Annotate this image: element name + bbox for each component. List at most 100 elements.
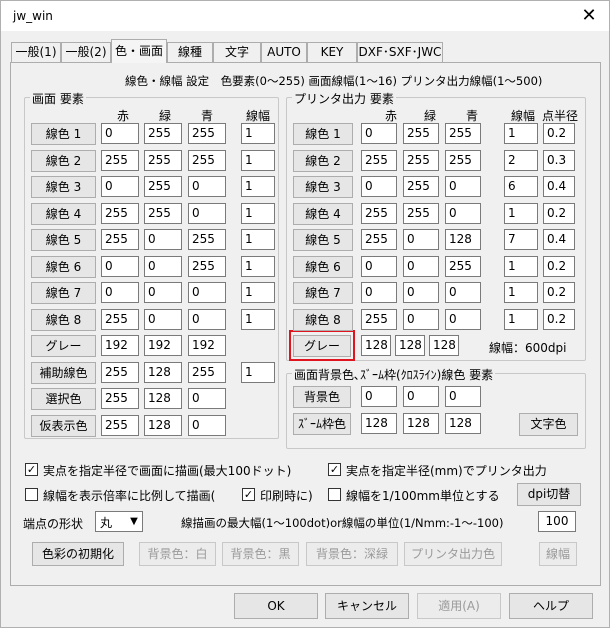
screen-blue-input[interactable]: 255 — [188, 361, 226, 383]
screen-red-input[interactable]: 192 — [101, 335, 139, 356]
screen-aux-line-button[interactable]: 補助線色 — [31, 361, 96, 384]
printer-red-input[interactable]: 0 — [361, 176, 397, 197]
printer-red-input[interactable]: 0 — [361, 282, 397, 303]
printer-red-input[interactable]: 255 — [361, 202, 397, 224]
help-button[interactable]: ヘルプ — [509, 593, 593, 619]
printer-blue-input[interactable]: 128 — [429, 335, 459, 356]
screen-blue-input[interactable]: 0 — [188, 308, 226, 330]
cancel-button[interactable]: キャンセル — [325, 593, 409, 619]
printer-width-input[interactable]: 6 — [504, 176, 538, 197]
printer-blue-input[interactable]: 255 — [445, 255, 481, 277]
printer-green-input[interactable]: 255 — [403, 123, 439, 144]
screen-red-input[interactable]: 0 — [101, 123, 139, 144]
bg-blue-input[interactable]: 0 — [445, 386, 481, 407]
screen-red-input[interactable]: 255 — [101, 361, 139, 383]
screen-red-input[interactable]: 0 — [101, 176, 139, 197]
printer-width-input[interactable]: 1 — [504, 202, 538, 224]
apply-button[interactable]: 適用(A) — [417, 593, 501, 619]
screen-red-input[interactable]: 255 — [101, 388, 139, 409]
printer-line-color-button[interactable]: 線色 6 — [293, 255, 353, 278]
printer-line-color-button[interactable]: 線色 5 — [293, 229, 353, 251]
screen-line-color-button[interactable]: 線色 1 — [31, 123, 96, 145]
printer-width-input[interactable]: 7 — [504, 229, 538, 250]
real-point-printer-checkbox[interactable]: ✓ — [328, 463, 341, 476]
screen-width-input[interactable]: 1 — [241, 282, 275, 303]
printer-radius-input[interactable]: 0.2 — [543, 202, 575, 224]
printer-line-color-button[interactable]: 線色 7 — [293, 282, 353, 304]
screen-red-input[interactable]: 255 — [101, 308, 139, 330]
printer-line-color-button[interactable]: 線色 3 — [293, 176, 353, 198]
printer-width-input[interactable]: 1 — [504, 255, 538, 277]
bg-black-button[interactable]: 背景色：黒 — [222, 542, 299, 566]
screen-gray-button[interactable]: グレー — [31, 335, 96, 357]
printer-blue-input[interactable]: 0 — [445, 282, 481, 303]
background-color-button[interactable]: 背景色 — [293, 386, 351, 408]
on-print-checkbox[interactable]: ✓ — [242, 488, 255, 501]
bg-blue-input[interactable]: 128 — [445, 413, 481, 434]
printer-radius-input[interactable]: 0.2 — [543, 308, 575, 330]
screen-width-input[interactable]: 1 — [241, 176, 275, 197]
printer-green-input[interactable]: 0 — [403, 282, 439, 303]
printer-line-color-button[interactable]: 線色 1 — [293, 123, 353, 145]
color-init-button[interactable]: 色彩の初期化 — [32, 542, 124, 566]
printer-blue-input[interactable]: 255 — [445, 149, 481, 171]
printer-green-input[interactable]: 255 — [403, 202, 439, 224]
printer-gray-button[interactable]: グレー — [293, 335, 351, 357]
screen-green-input[interactable]: 192 — [144, 335, 182, 356]
screen-red-input[interactable]: 255 — [101, 229, 139, 250]
printer-radius-input[interactable]: 0.4 — [543, 229, 575, 250]
screen-green-input[interactable]: 255 — [144, 176, 182, 197]
text-color-button[interactable]: 文字色 — [519, 413, 578, 436]
screen-width-input[interactable]: 1 — [241, 202, 275, 224]
screen-red-input[interactable]: 255 — [101, 149, 139, 171]
printer-radius-input[interactable]: 0.3 — [543, 149, 575, 171]
printer-line-color-button[interactable]: 線色 8 — [293, 308, 353, 331]
bg-red-input[interactable]: 0 — [361, 386, 397, 407]
screen-red-input[interactable]: 0 — [101, 255, 139, 277]
tab-general-2[interactable]: 一般(2) — [61, 42, 111, 62]
scale-width-checkbox[interactable] — [25, 488, 38, 501]
printer-red-input[interactable]: 0 — [361, 123, 397, 144]
printer-green-input[interactable]: 0 — [403, 308, 439, 330]
screen-line-color-button[interactable]: 線色 3 — [31, 176, 96, 198]
zoom-frame-color-button[interactable]: ｽﾞｰﾑ枠色 — [293, 413, 351, 435]
screen-blue-input[interactable]: 255 — [188, 255, 226, 277]
tab-dxf-sxf-jwc[interactable]: DXF･SXF･JWC — [357, 42, 443, 62]
printer-blue-input[interactable]: 128 — [445, 229, 481, 250]
screen-width-input[interactable]: 1 — [241, 229, 275, 250]
screen-green-input[interactable]: 0 — [144, 308, 182, 330]
tab-key[interactable]: KEY — [307, 42, 357, 62]
printer-blue-input[interactable]: 0 — [445, 308, 481, 330]
screen-green-input[interactable]: 255 — [144, 149, 182, 171]
printer-green-input[interactable]: 255 — [403, 149, 439, 171]
tab-line-type[interactable]: 線種 — [167, 42, 213, 62]
printer-radius-input[interactable]: 0.2 — [543, 282, 575, 303]
printer-blue-input[interactable]: 0 — [445, 202, 481, 224]
screen-green-input[interactable]: 255 — [144, 202, 182, 224]
printer-line-color-button[interactable]: 線色 2 — [293, 149, 353, 172]
tab-general-1[interactable]: 一般(1) — [11, 42, 61, 62]
screen-green-input[interactable]: 255 — [144, 123, 182, 144]
printer-red-input[interactable]: 0 — [361, 255, 397, 277]
screen-line-color-button[interactable]: 線色 5 — [31, 229, 96, 251]
printer-width-input[interactable]: 2 — [504, 149, 538, 171]
printer-radius-input[interactable]: 0.2 — [543, 123, 575, 144]
screen-green-input[interactable]: 128 — [144, 388, 182, 409]
screen-red-input[interactable]: 0 — [101, 282, 139, 303]
screen-select-color-button[interactable]: 選択色 — [31, 388, 96, 410]
bg-green-input[interactable]: 128 — [403, 413, 439, 434]
printer-width-input[interactable]: 1 — [504, 282, 538, 303]
tab-text[interactable]: 文字 — [213, 42, 261, 62]
printer-blue-input[interactable]: 0 — [445, 176, 481, 197]
max-width-input[interactable]: 100 — [538, 511, 576, 532]
printer-red-input[interactable]: 255 — [361, 308, 397, 330]
bg-dark-green-button[interactable]: 背景色：深緑 — [306, 542, 398, 566]
screen-width-input[interactable]: 1 — [241, 308, 275, 330]
screen-blue-input[interactable]: 192 — [188, 335, 226, 356]
screen-width-input[interactable]: 1 — [241, 123, 275, 144]
printer-green-input[interactable]: 255 — [403, 176, 439, 197]
printer-blue-input[interactable]: 255 — [445, 123, 481, 144]
tab-color-screen[interactable]: 色・画面 — [111, 39, 167, 63]
screen-width-input[interactable]: 1 — [241, 255, 275, 277]
printer-red-input[interactable]: 255 — [361, 229, 397, 250]
